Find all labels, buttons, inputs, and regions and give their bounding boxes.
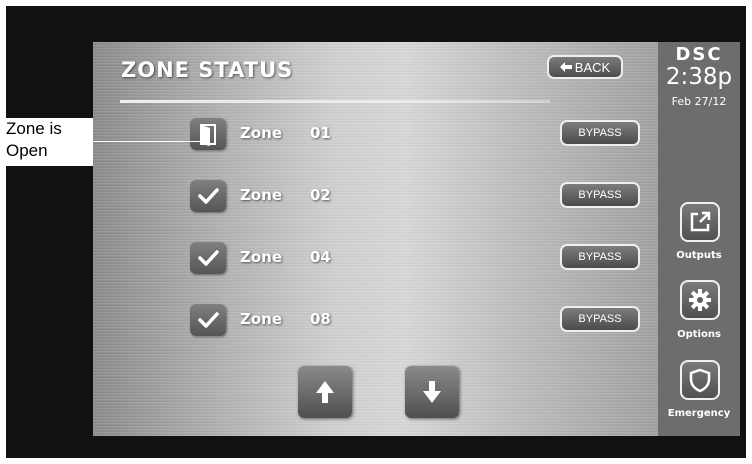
- options-button[interactable]: [680, 280, 720, 320]
- checkmark-icon: [190, 242, 226, 274]
- zone-number: 08: [310, 310, 331, 328]
- shield-icon: [689, 368, 711, 393]
- external-link-icon: [690, 211, 711, 232]
- bypass-button[interactable]: BYPASS: [560, 306, 640, 332]
- sidebar: DSC 2:38p Feb 27/12 Outputs Options Emer…: [658, 42, 740, 436]
- zone-label: Zone: [240, 310, 283, 328]
- clock-date: Feb 27/12: [671, 95, 727, 108]
- emergency-label: Emergency: [667, 408, 731, 419]
- zone-row: Zone 01 BYPASS: [190, 118, 650, 152]
- callout-line-2: Open: [6, 141, 48, 160]
- zone-label: Zone: [240, 124, 283, 142]
- brand-logo: DSC: [675, 44, 723, 65]
- gear-icon: [689, 289, 711, 311]
- title-divider: [120, 100, 550, 103]
- zone-row: Zone 08 BYPASS: [190, 304, 650, 338]
- zone-status-screen: ZONE STATUS BACK Zone 01 BYPASS Zone 02 …: [93, 42, 658, 436]
- outputs-button[interactable]: [680, 202, 720, 242]
- bypass-button[interactable]: BYPASS: [560, 120, 640, 146]
- callout-annotation: Zone is Open: [0, 118, 100, 166]
- bypass-button[interactable]: BYPASS: [560, 182, 640, 208]
- zone-number: 04: [310, 248, 331, 266]
- scroll-up-button[interactable]: [298, 366, 352, 418]
- zone-number: 02: [310, 186, 331, 204]
- scroll-down-button[interactable]: [405, 366, 459, 418]
- arrow-left-icon: [559, 62, 572, 72]
- options-label: Options: [677, 329, 721, 340]
- checkmark-icon: [190, 304, 226, 336]
- page-title: ZONE STATUS: [121, 58, 294, 82]
- back-button-label: BACK: [574, 59, 611, 75]
- door-open-icon: [190, 118, 226, 150]
- zone-row: Zone 02 BYPASS: [190, 180, 650, 214]
- checkmark-icon: [190, 180, 226, 212]
- bypass-button[interactable]: BYPASS: [560, 244, 640, 270]
- arrow-up-icon: [316, 381, 334, 403]
- clock-time: 2:38p: [665, 64, 733, 90]
- callout-pointer-line: [78, 141, 204, 142]
- emergency-button[interactable]: [680, 360, 720, 400]
- zone-label: Zone: [240, 186, 283, 204]
- back-button[interactable]: BACK: [547, 55, 623, 79]
- callout-line-1: Zone is: [6, 119, 62, 138]
- zone-row: Zone 04 BYPASS: [190, 242, 650, 276]
- outputs-label: Outputs: [676, 250, 722, 261]
- zone-number: 01: [310, 124, 331, 142]
- callout-text: Zone is Open: [6, 118, 84, 162]
- arrow-down-icon: [423, 381, 441, 403]
- zone-label: Zone: [240, 248, 283, 266]
